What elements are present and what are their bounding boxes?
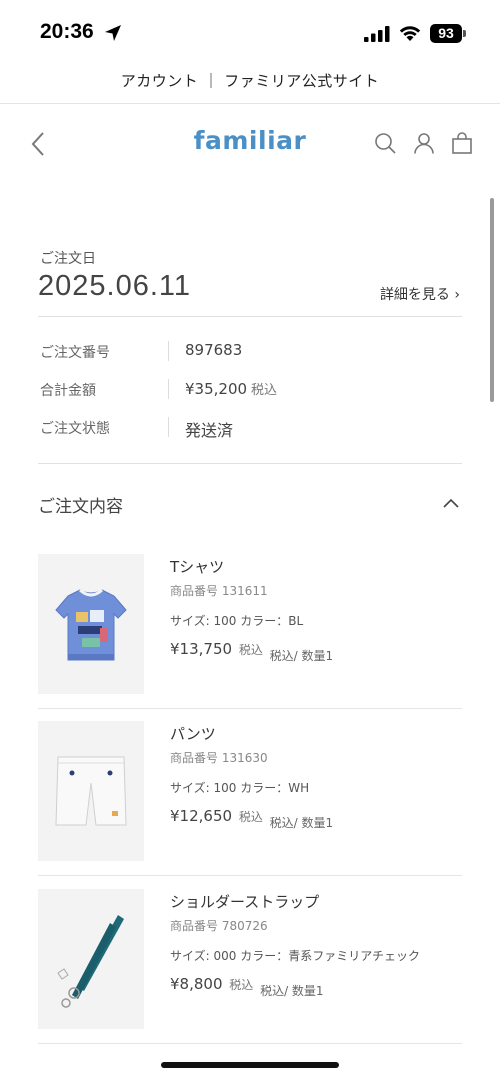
- tax-note: 税込: [229, 978, 254, 992]
- info-separator: [168, 417, 169, 437]
- info-label: 合計金額: [40, 383, 96, 399]
- battery-indicator: 93: [430, 24, 462, 43]
- order-date: 2025.06.11: [38, 270, 191, 302]
- item-name[interactable]: Tシャツ: [170, 556, 224, 577]
- item-price: ¥8,800 税込 税込/ 数量1: [170, 975, 324, 998]
- item-price: ¥13,750 税込 税込/ 数量1: [170, 640, 334, 663]
- signal-icon: [364, 26, 390, 42]
- account-icon[interactable]: [413, 132, 435, 154]
- chevron-up-icon[interactable]: [442, 496, 460, 510]
- status-bar: 20:36 93: [0, 0, 500, 64]
- order-item[interactable]: Tシャツ 商品番号 131611 サイズ: 100 カラー：BL ¥13,750…: [38, 554, 462, 710]
- home-indicator[interactable]: [161, 1062, 339, 1068]
- item-spec: サイズ: 100 カラー：BL: [170, 614, 304, 628]
- item-divider: [38, 708, 462, 709]
- divider: [38, 316, 462, 317]
- tax-note: 税込: [238, 643, 263, 657]
- item-quantity: 税込/ 数量1: [269, 649, 334, 663]
- product-image-shoulder-strap[interactable]: [38, 889, 144, 1029]
- tax-note: 税込: [251, 383, 278, 398]
- info-label: ご注文状態: [40, 421, 110, 437]
- info-separator: [168, 379, 169, 399]
- item-spec: サイズ: 100 カラー：WH: [170, 781, 310, 795]
- item-code: 商品番号 780726: [170, 919, 268, 933]
- order-item[interactable]: パンツ 商品番号 131630 サイズ: 100 カラー：WH ¥12,650 …: [38, 721, 462, 877]
- wifi-icon: [399, 26, 421, 41]
- page-title: アカウント ｜ ファミリア公式サイト: [120, 72, 380, 90]
- item-name[interactable]: パンツ: [170, 723, 216, 744]
- item-code: 商品番号 131611: [170, 584, 268, 598]
- product-image-tshirt[interactable]: [38, 554, 144, 694]
- status-time: 20:36: [40, 20, 94, 43]
- info-separator: [168, 341, 169, 361]
- item-divider: [38, 875, 462, 876]
- search-icon[interactable]: [374, 132, 396, 154]
- order-status-row: ご注文状態 発送済: [38, 413, 462, 443]
- location-arrow-icon: [105, 25, 121, 41]
- order-status-value: 発送済: [185, 421, 234, 440]
- info-label: ご注文番号: [40, 345, 110, 361]
- item-spec: サイズ: 000 カラー：青系ファミリアチェック: [170, 949, 420, 963]
- order-contents-title: ご注文内容: [38, 497, 123, 517]
- item-name[interactable]: ショルダーストラップ: [170, 891, 319, 912]
- item-code: 商品番号 131630: [170, 751, 268, 765]
- order-number-row: ご注文番号 897683: [38, 337, 462, 367]
- total-amount-row: 合計金額 ¥35,200 税込: [38, 375, 462, 405]
- item-quantity: 税込/ 数量1: [260, 984, 324, 998]
- item-divider: [38, 1043, 462, 1044]
- total-amount-value: ¥35,200 税込: [185, 380, 278, 398]
- shopping-bag-icon[interactable]: [451, 132, 473, 154]
- product-image-pants[interactable]: [38, 721, 144, 861]
- view-details-link[interactable]: 詳細を見る ›: [380, 284, 460, 304]
- tax-note: 税込: [238, 810, 263, 824]
- order-date-label: ご注文日: [40, 251, 96, 267]
- divider: [38, 463, 462, 464]
- item-quantity: 税込/ 数量1: [269, 816, 334, 830]
- order-number-value: 897683: [185, 341, 243, 359]
- order-item[interactable]: ショルダーストラップ 商品番号 780726 サイズ: 000 カラー：青系ファ…: [38, 889, 462, 1045]
- scrollbar-thumb[interactable]: [490, 198, 494, 402]
- site-header: familiar: [0, 104, 500, 184]
- battery-tip: [463, 30, 466, 37]
- item-price: ¥12,650 税込 税込/ 数量1: [170, 807, 334, 830]
